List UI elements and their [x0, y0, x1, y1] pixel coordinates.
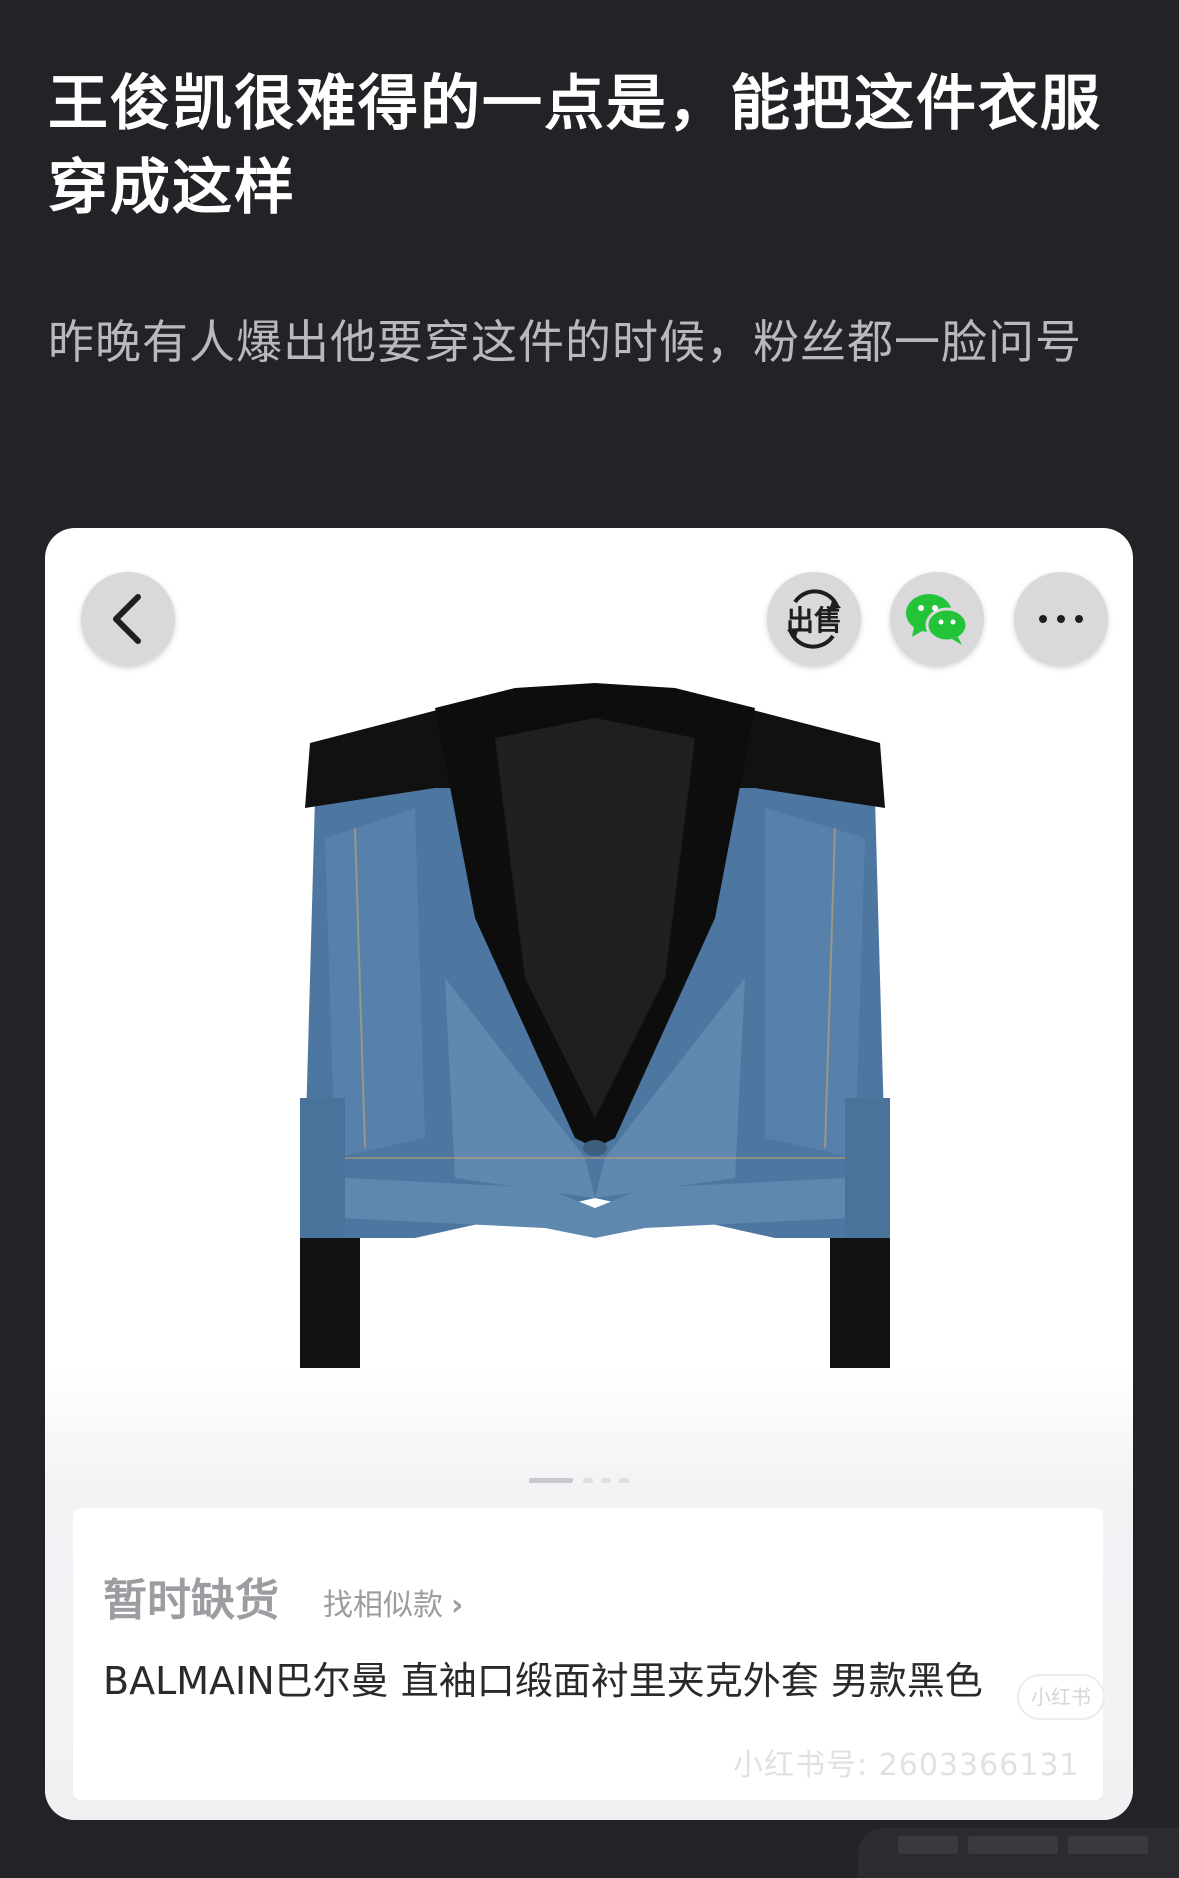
image-pager[interactable]: [529, 1476, 649, 1486]
post-body: 昨晚有人爆出他要穿这件的时候，粉丝都一脸问号: [48, 315, 1082, 369]
wechat-share-button[interactable]: [890, 572, 984, 666]
watermark-badge: 小红书: [1017, 1674, 1105, 1720]
screenshot-card[interactable]: 出售 暂时缺货 找相似款 › BALMAIN巴尔曼 直袖口缎面衬里夹克外套 男款…: [45, 528, 1133, 1820]
pager-dot: [583, 1478, 593, 1483]
back-button[interactable]: [81, 572, 175, 666]
more-button[interactable]: [1014, 572, 1108, 666]
product-image-jacket: [300, 683, 890, 1368]
corner-watermark-badge: [858, 1828, 1179, 1878]
chevron-right-icon: ›: [451, 1588, 464, 1623]
product-info-panel: 暂时缺货 找相似款 › BALMAIN巴尔曼 直袖口缎面衬里夹克外套 男款黑色 小…: [73, 1508, 1105, 1800]
chevron-left-icon: [113, 594, 141, 644]
sell-button[interactable]: 出售: [767, 572, 861, 666]
watermark-id: 小红书号: 2603366131: [733, 1748, 1080, 1783]
find-similar-label: 找相似款: [323, 1588, 443, 1623]
stock-status: 暂时缺货: [103, 1575, 279, 1626]
post-title: 王俊凯很难得的一点是，能把这件衣服穿成这样: [48, 69, 1102, 223]
pager-dot: [619, 1478, 629, 1483]
wechat-icon: [906, 594, 969, 645]
product-title: BALMAIN巴尔曼 直袖口缎面衬里夹克外套 男款黑色: [103, 1659, 983, 1703]
more-dots-icon: [1039, 615, 1083, 623]
find-similar-link[interactable]: 找相似款 ›: [323, 1580, 463, 1624]
pager-dot-active: [529, 1478, 573, 1483]
sell-label: 出售: [785, 604, 842, 637]
pager-dot: [601, 1478, 611, 1483]
